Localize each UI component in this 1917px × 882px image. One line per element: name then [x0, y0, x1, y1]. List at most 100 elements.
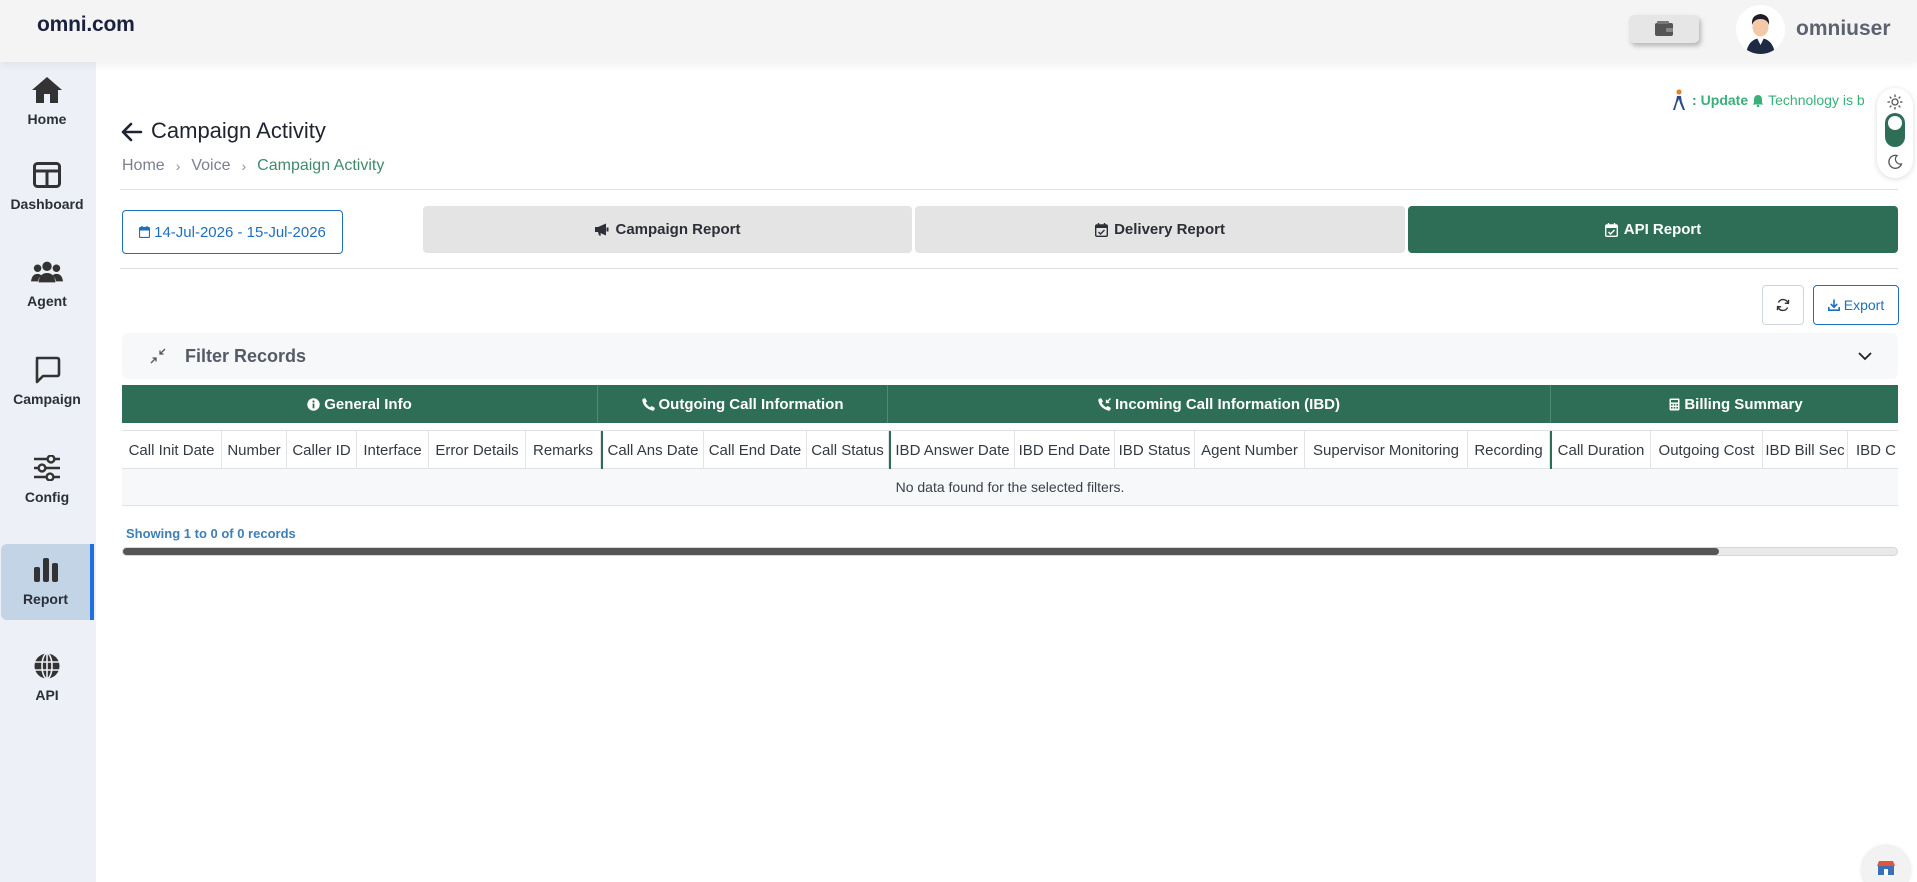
user-avatar[interactable] — [1736, 5, 1785, 54]
column-header[interactable]: Outgoing Cost — [1651, 431, 1763, 469]
sidebar-item-api[interactable]: API — [0, 650, 94, 714]
date-range-text: 14-Jul-2026 - 15-Jul-2026 — [154, 223, 326, 241]
breadcrumb-voice[interactable]: Voice — [191, 157, 230, 175]
group-label: Incoming Call Information (IBD) — [1115, 395, 1340, 413]
sidebar-item-report[interactable]: Report — [1, 544, 94, 620]
group-outgoing-call: Outgoing Call Information — [598, 385, 888, 423]
sidebar-item-label: Report — [22, 591, 69, 607]
refresh-icon — [1776, 298, 1790, 312]
breadcrumb-home[interactable]: Home — [122, 157, 165, 175]
divider — [120, 268, 1898, 269]
tab-delivery-report[interactable]: Delivery Report — [915, 206, 1405, 253]
column-header[interactable]: IBD End Date — [1015, 431, 1115, 469]
refresh-button[interactable] — [1762, 285, 1804, 325]
column-header[interactable]: Recording — [1468, 431, 1550, 469]
column-header[interactable]: IBD C — [1848, 431, 1898, 469]
column-header[interactable]: Agent Number — [1195, 431, 1305, 469]
chevron-down-icon[interactable] — [1857, 348, 1873, 364]
sidebar-item-label: Campaign — [13, 391, 81, 407]
pagination-summary: Showing 1 to 0 of 0 records — [126, 526, 296, 541]
moon-icon — [1888, 154, 1903, 169]
column-header[interactable]: Call End Date — [704, 431, 807, 469]
tab-campaign-report[interactable]: Campaign Report — [423, 206, 912, 253]
phone-incoming-icon — [1098, 397, 1111, 411]
back-arrow-icon[interactable] — [120, 120, 144, 144]
horizontal-scrollbar[interactable] — [122, 547, 1898, 556]
column-header[interactable]: Error Details — [429, 431, 526, 469]
sidebar-item-label: Config — [24, 489, 70, 505]
column-header[interactable]: Call Duration — [1550, 431, 1651, 469]
top-header: omni.com omniuser — [0, 0, 1917, 62]
sidebar-item-label: Agent — [27, 293, 67, 309]
ticker-colon: : — [1692, 92, 1697, 108]
sidebar-item-label: Home — [27, 111, 67, 127]
group-label: General Info — [324, 395, 412, 413]
divider — [120, 189, 1898, 190]
column-header[interactable]: Call Ans Date — [601, 431, 704, 469]
filter-records-panel[interactable]: Filter Records — [122, 333, 1898, 379]
update-ticker: : Update Technology is b — [1672, 88, 1882, 112]
group-label: Outgoing Call Information — [658, 395, 844, 413]
sidebar-item-agent[interactable]: Agent — [0, 256, 94, 320]
username[interactable]: omniuser — [1796, 17, 1891, 41]
export-button[interactable]: Export — [1813, 285, 1899, 325]
sliders-icon — [31, 452, 63, 484]
chat-icon — [31, 354, 63, 386]
sidebar-item-dashboard[interactable]: Dashboard — [0, 159, 94, 223]
scrollbar-thumb[interactable] — [123, 548, 1719, 555]
brand-logo[interactable]: omni.com — [37, 13, 135, 37]
wallet-icon — [1655, 21, 1673, 36]
calculator-icon — [1669, 398, 1680, 410]
wallet-button[interactable] — [1629, 15, 1699, 43]
column-header[interactable]: IBD Status — [1115, 431, 1195, 469]
column-header[interactable]: IBD Answer Date — [889, 431, 1015, 469]
column-header[interactable]: Remarks — [526, 431, 601, 469]
walking-person-icon — [1673, 89, 1685, 110]
ticker-update-label: Update — [1700, 92, 1749, 108]
phone-icon — [641, 397, 655, 411]
group-general-info: General Info — [122, 385, 598, 423]
sidebar: Home Dashboard Agent Campaign Config Rep… — [0, 62, 96, 882]
calendar-check-icon — [1604, 222, 1618, 237]
column-header[interactable]: Supervisor Monitoring — [1305, 431, 1468, 469]
sidebar-item-config[interactable]: Config — [0, 452, 94, 516]
ticker-text: Technology is b — [1768, 92, 1865, 108]
download-icon — [1827, 299, 1840, 311]
group-billing-summary: Billing Summary — [1551, 385, 1898, 423]
avatar-icon — [1736, 5, 1785, 54]
column-header[interactable]: Caller ID — [287, 431, 357, 469]
theme-toggle[interactable] — [1877, 88, 1913, 178]
table-group-header: General Info Outgoing Call Information I… — [122, 385, 1898, 423]
dashboard-icon — [31, 159, 63, 191]
sidebar-item-label: API — [35, 687, 59, 703]
column-header[interactable]: IBD Bill Sec — [1763, 431, 1848, 469]
table-column-header: Call Init Date Number Caller ID Interfac… — [122, 430, 1898, 469]
floating-widget[interactable] — [1862, 846, 1910, 882]
breadcrumb: Home › Voice › Campaign Activity — [122, 157, 384, 175]
group-incoming-call: Incoming Call Information (IBD) — [888, 385, 1551, 423]
date-range-picker[interactable]: 14-Jul-2026 - 15-Jul-2026 — [122, 210, 343, 254]
empty-state-row: No data found for the selected filters. — [122, 469, 1898, 506]
report-table: General Info Outgoing Call Information I… — [122, 385, 1898, 507]
tab-label: API Report — [1623, 221, 1702, 238]
sidebar-item-label: Dashboard — [10, 196, 84, 212]
collapse-arrows-icon — [150, 348, 166, 364]
tab-label: Campaign Report — [615, 221, 741, 238]
chevron-right-icon: › — [241, 158, 247, 174]
tab-api-report[interactable]: API Report — [1408, 206, 1898, 253]
column-header[interactable]: Call Status — [807, 431, 889, 469]
bell-icon — [1752, 94, 1764, 107]
column-header[interactable]: Number — [222, 431, 287, 469]
home-icon — [31, 74, 63, 106]
sun-icon — [1887, 94, 1903, 110]
toggle-knob[interactable] — [1888, 116, 1902, 130]
sidebar-item-home[interactable]: Home — [0, 74, 94, 136]
page-title: Campaign Activity — [151, 118, 326, 143]
column-header[interactable]: Call Init Date — [122, 431, 222, 469]
column-header[interactable]: Interface — [357, 431, 429, 469]
sidebar-item-campaign[interactable]: Campaign — [0, 354, 94, 418]
shop-icon — [1877, 861, 1895, 875]
group-label: Billing Summary — [1684, 395, 1803, 413]
megaphone-icon — [595, 223, 609, 236]
globe-icon — [31, 650, 63, 682]
